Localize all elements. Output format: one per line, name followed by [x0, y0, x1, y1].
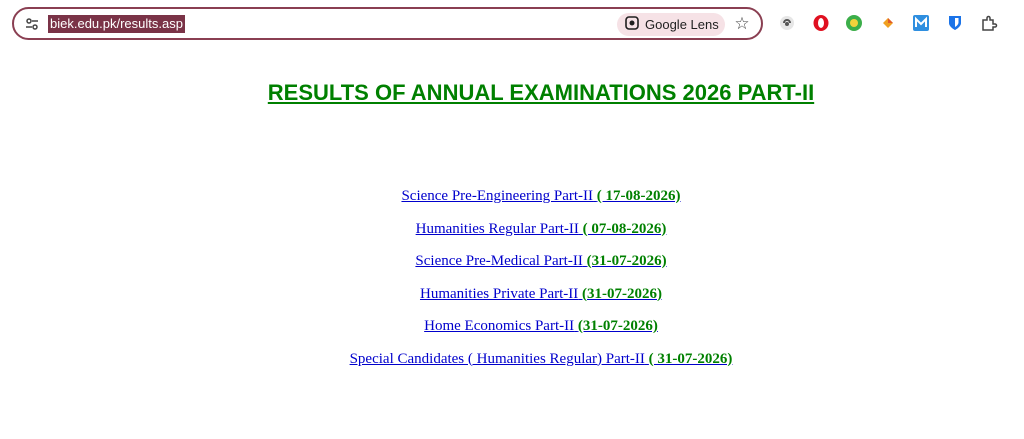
result-name: Science Pre-Engineering Part-II	[401, 188, 594, 204]
bookmark-star-icon[interactable]: ☆	[731, 13, 753, 35]
site-settings-icon[interactable]	[24, 16, 40, 32]
diamond-icon[interactable]	[878, 13, 898, 33]
opera-icon[interactable]	[811, 13, 831, 33]
address-bar[interactable]: biek.edu.pk/results.asp Google Lens ☆	[12, 7, 763, 40]
page-title: RESULTS OF ANNUAL EXAMINATIONS 2026 PART…	[267, 80, 815, 105]
google-lens-label: Google Lens	[645, 17, 719, 32]
result-name: Humanities Private Part-II	[419, 285, 579, 302]
result-date: ( 31-07-2026)	[648, 350, 733, 367]
result-name: Special Candidates ( Humanities Regular)…	[349, 350, 645, 367]
url-text[interactable]: biek.edu.pk/results.asp	[48, 15, 185, 33]
shield-icon[interactable]	[777, 13, 797, 33]
bitwarden-icon[interactable]	[945, 13, 965, 33]
result-link-science-pre-engineering[interactable]: Science Pre-Engineering Part-II ( 17-08-…	[0, 186, 1024, 219]
result-date: (31-07-2026)	[582, 285, 663, 302]
result-date: ( 17-08-2026)	[596, 188, 681, 204]
browser-toolbar: biek.edu.pk/results.asp Google Lens ☆	[0, 0, 1024, 46]
result-link-special-candidates[interactable]: Special Candidates ( Humanities Regular)…	[0, 349, 1024, 382]
result-link-home-economics[interactable]: Home Economics Part-II (31-07-2026)	[0, 316, 1024, 349]
result-date: ( 07-08-2026)	[582, 220, 667, 237]
result-name: Humanities Regular Part-II	[415, 220, 579, 237]
m-square-icon[interactable]	[911, 13, 931, 33]
results-list: Science Pre-Engineering Part-II ( 17-08-…	[0, 186, 1024, 381]
result-date: (31-07-2026)	[586, 253, 667, 269]
lens-icon	[625, 16, 639, 33]
result-link-humanities-private[interactable]: Humanities Private Part-II (31-07-2026)	[0, 284, 1024, 317]
green-circle-icon[interactable]	[844, 13, 864, 33]
result-name: Home Economics Part-II	[424, 318, 575, 334]
result-link-humanities-regular[interactable]: Humanities Regular Part-II ( 07-08-2026)	[0, 219, 1024, 252]
result-link-science-pre-medical[interactable]: Science Pre-Medical Part-II (31-07-2026)	[0, 251, 1024, 284]
puzzle-icon[interactable]	[979, 13, 999, 33]
result-date: (31-07-2026)	[577, 318, 658, 334]
google-lens-button[interactable]: Google Lens	[617, 13, 725, 36]
result-name: Science Pre-Medical Part-II	[415, 253, 583, 269]
